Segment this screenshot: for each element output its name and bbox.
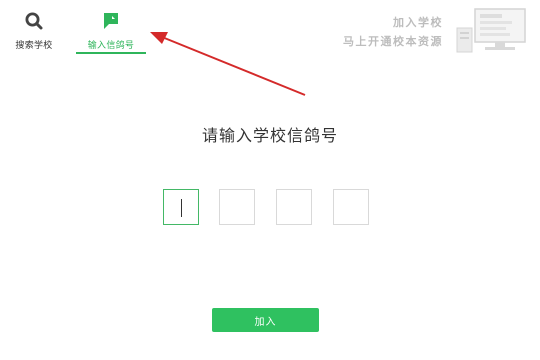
desk-monitor-illustration [456,8,526,53]
text-caret [181,199,182,217]
code-digit-4[interactable] [333,189,369,225]
banner-subtitle: 马上开通校本资源 [343,35,443,48]
page-heading: 请输入学校信鸽号 [201,126,338,145]
code-digit-2[interactable] [219,189,255,225]
tab-search-label: 搜索学校 [15,41,53,51]
tab-enter-code-label: 输入信鸽号 [87,41,135,51]
top-bar: 搜索学校 输入信鸽号 加入学校 马上开通校本资源 [0,0,540,56]
code-input-group [163,189,373,227]
code-digit-3[interactable] [276,189,312,225]
active-tab-indicator [76,52,146,54]
search-icon [25,12,43,30]
tab-enter-code[interactable]: 输入信鸽号 [76,0,146,56]
tab-search-school[interactable]: 搜索学校 [6,0,62,56]
code-digit-1[interactable] [163,189,199,225]
join-button[interactable]: 加入 [212,308,319,332]
banner-title: 加入学校 [393,16,443,29]
flag-icon [104,13,118,29]
